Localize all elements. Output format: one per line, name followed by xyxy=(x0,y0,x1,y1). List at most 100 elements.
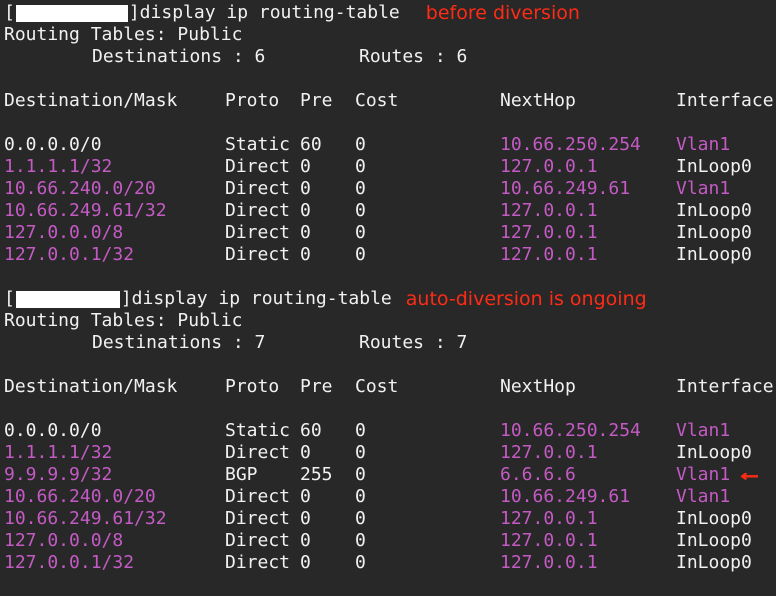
cell-cost: 0 xyxy=(355,486,500,508)
cell-cost: 0 xyxy=(355,530,500,552)
col-proto: Proto xyxy=(225,90,300,112)
cell-proto: Direct xyxy=(225,552,300,574)
routes-count: Routes : 6 xyxy=(359,46,467,68)
cell-destination: 10.66.249.61/32 xyxy=(4,200,225,222)
counts-line: Destinations : 7 Routes : 7 xyxy=(4,332,776,354)
cell-proto: Direct xyxy=(225,530,300,552)
cell-proto: Direct xyxy=(225,156,300,178)
cell-pre: 255 xyxy=(300,464,355,486)
route-row: 1.1.1.1/32 Direct 0 0 127.0.0.1 InLoop0 xyxy=(4,442,776,464)
cell-pre: 0 xyxy=(300,552,355,574)
cell-interface: InLoop0 xyxy=(676,508,752,530)
cell-pre: 0 xyxy=(300,178,355,200)
table-header: Destination/Mask Proto Pre Cost NextHop … xyxy=(4,376,776,398)
cell-destination: 10.66.240.0/20 xyxy=(4,178,225,200)
cell-nexthop: 127.0.0.1 xyxy=(500,200,676,222)
cell-nexthop: 10.66.250.254 xyxy=(500,134,676,156)
counts-line: Destinations : 6 Routes : 6 xyxy=(4,46,776,68)
cell-destination: 0.0.0.0/0 xyxy=(4,134,225,156)
route-row: 1.1.1.1/32 Direct 0 0 127.0.0.1 InLoop0 xyxy=(4,156,776,178)
cell-cost: 0 xyxy=(355,508,500,530)
cell-proto: Direct xyxy=(225,508,300,530)
route-row: 10.66.249.61/32 Direct 0 0 127.0.0.1 InL… xyxy=(4,200,776,222)
cell-destination: 1.1.1.1/32 xyxy=(4,156,225,178)
cell-proto: BGP xyxy=(225,464,300,486)
destinations-count: Destinations : 6 xyxy=(92,46,359,68)
cell-nexthop: 10.66.249.61 xyxy=(500,486,676,508)
annotation-before-diversion: before diversion xyxy=(426,2,580,24)
cell-proto: Direct xyxy=(225,200,300,222)
cell-nexthop: 127.0.0.1 xyxy=(500,156,676,178)
cell-nexthop: 10.66.250.254 xyxy=(500,420,676,442)
redacted-hostname xyxy=(16,5,128,22)
command-text: ]display ip routing-table xyxy=(121,288,392,310)
cell-cost: 0 xyxy=(355,244,500,266)
cell-nexthop: 127.0.0.1 xyxy=(500,222,676,244)
cell-destination: 127.0.0.0/8 xyxy=(4,222,225,244)
cell-nexthop: 127.0.0.1 xyxy=(500,508,676,530)
cell-interface: InLoop0 xyxy=(676,222,752,244)
cell-interface: Vlan1 xyxy=(676,486,730,508)
cell-destination: 9.9.9.9/32 xyxy=(4,464,225,486)
command-line-1: [ ]display ip routing-table before diver… xyxy=(4,2,776,24)
col-cost: Cost xyxy=(355,90,500,112)
cell-pre: 0 xyxy=(300,156,355,178)
cell-nexthop: 10.66.249.61 xyxy=(500,178,676,200)
prompt-open-bracket: [ xyxy=(4,288,15,310)
cell-interface: InLoop0 xyxy=(676,442,752,464)
destinations-count: Destinations : 7 xyxy=(92,332,359,354)
table-header: Destination/Mask Proto Pre Cost NextHop … xyxy=(4,90,776,112)
cell-cost: 0 xyxy=(355,200,500,222)
cell-proto: Direct xyxy=(225,442,300,464)
routes-count: Routes : 7 xyxy=(359,332,467,354)
cell-proto: Direct xyxy=(225,222,300,244)
route-row: 10.66.249.61/32 Direct 0 0 127.0.0.1 InL… xyxy=(4,508,776,530)
route-row: 127.0.0.0/8 Direct 0 0 127.0.0.1 InLoop0 xyxy=(4,530,776,552)
cell-cost: 0 xyxy=(355,464,500,486)
cell-cost: 0 xyxy=(355,420,500,442)
left-arrow-annotation-icon: ← xyxy=(740,464,759,486)
route-row: 10.66.240.0/20 Direct 0 0 10.66.249.61 V… xyxy=(4,486,776,508)
redacted-hostname xyxy=(16,291,120,308)
col-nexthop: NextHop xyxy=(500,90,676,112)
route-row: 0.0.0.0/0 Static 60 0 10.66.250.254 Vlan… xyxy=(4,134,776,156)
cell-destination: 10.66.249.61/32 xyxy=(4,508,225,530)
cell-interface: Vlan1 xyxy=(676,420,730,442)
cell-interface: InLoop0 xyxy=(676,552,752,574)
route-row: 127.0.0.1/32 Direct 0 0 127.0.0.1 InLoop… xyxy=(4,552,776,574)
col-proto: Proto xyxy=(225,376,300,398)
cell-destination: 127.0.0.0/8 xyxy=(4,530,225,552)
cell-proto: Direct xyxy=(225,486,300,508)
cell-interface: InLoop0 xyxy=(676,156,752,178)
col-interface: Interface xyxy=(676,376,774,398)
cell-interface: InLoop0 xyxy=(676,244,752,266)
cell-nexthop: 127.0.0.1 xyxy=(500,442,676,464)
cell-interface: InLoop0 xyxy=(676,200,752,222)
route-row: 127.0.0.1/32 Direct 0 0 127.0.0.1 InLoop… xyxy=(4,244,776,266)
terminal-window: [ ]display ip routing-table before diver… xyxy=(0,0,776,596)
route-row-bgp-diverted: 9.9.9.9/32 BGP 255 0 6.6.6.6 Vlan1 ← xyxy=(4,464,776,486)
prompt-open-bracket: [ xyxy=(4,2,15,24)
cell-destination: 1.1.1.1/32 xyxy=(4,442,225,464)
routing-tables-line: Routing Tables: Public xyxy=(4,310,776,332)
col-nexthop: NextHop xyxy=(500,376,676,398)
cell-pre: 0 xyxy=(300,508,355,530)
cell-destination: 127.0.0.1/32 xyxy=(4,552,225,574)
command-text: ]display ip routing-table xyxy=(129,2,400,24)
cell-interface: Vlan1 xyxy=(676,464,730,486)
command-line-2: [ ]display ip routing-table auto-diversi… xyxy=(4,288,776,310)
cell-interface: Vlan1 xyxy=(676,134,730,156)
cell-proto: Direct xyxy=(225,244,300,266)
cell-cost: 0 xyxy=(355,134,500,156)
cell-pre: 0 xyxy=(300,200,355,222)
cell-proto: Static xyxy=(225,420,300,442)
cell-nexthop: 127.0.0.1 xyxy=(500,530,676,552)
cell-cost: 0 xyxy=(355,442,500,464)
blank-line xyxy=(4,68,776,90)
annotation-auto-diversion: auto-diversion is ongoing xyxy=(406,288,647,310)
col-destination-mask: Destination/Mask xyxy=(4,90,225,112)
cell-pre: 0 xyxy=(300,244,355,266)
cell-pre: 60 xyxy=(300,420,355,442)
cell-pre: 0 xyxy=(300,442,355,464)
cell-nexthop: 127.0.0.1 xyxy=(500,244,676,266)
